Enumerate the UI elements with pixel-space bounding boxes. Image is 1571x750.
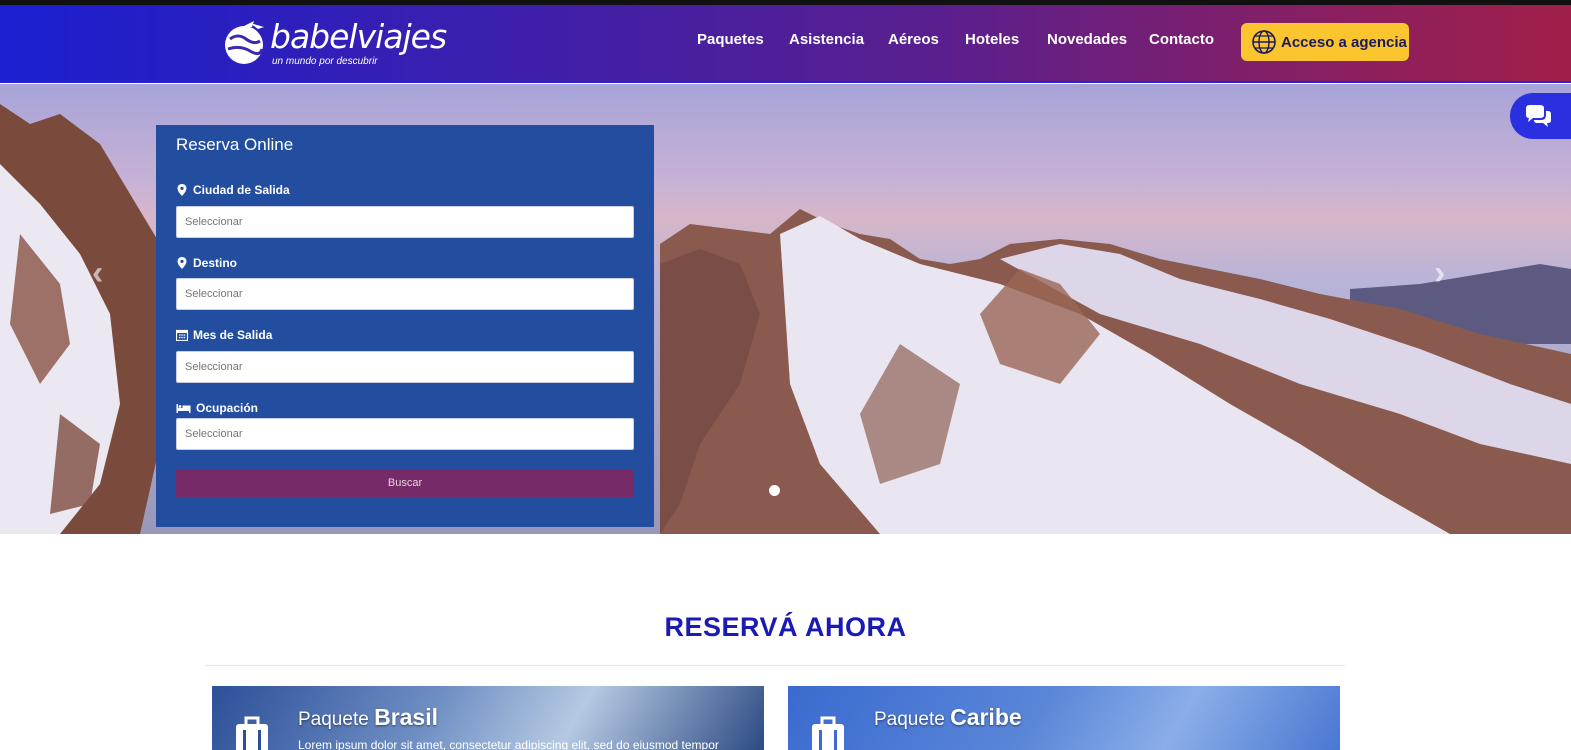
- occupancy-label: Ocupación: [176, 401, 258, 415]
- logo-tagline: un mundo por descubrir: [272, 56, 378, 67]
- carousel-next-button[interactable]: ›: [1434, 254, 1445, 293]
- destination-label: Destino: [176, 256, 237, 270]
- map-marker-icon: [177, 257, 187, 269]
- package-card-caribe[interactable]: Paquete Caribe: [788, 686, 1340, 750]
- card-title: Paquete Caribe: [874, 704, 1022, 731]
- chat-button[interactable]: [1510, 93, 1571, 139]
- nav-paquetes[interactable]: Paquetes: [697, 31, 764, 48]
- nav-hoteles[interactable]: Hoteles: [965, 31, 1019, 48]
- card-description: Lorem ipsum dolor sit amet, consectetur …: [298, 738, 719, 750]
- card-prefix: Paquete: [298, 709, 369, 730]
- search-button[interactable]: Buscar: [176, 470, 634, 497]
- departure-city-label-text: Ciudad de Salida: [193, 183, 290, 197]
- card-destination: Brasil: [374, 704, 439, 730]
- nav-asistencia[interactable]: Asistencia: [789, 31, 864, 48]
- departure-city-input[interactable]: [176, 206, 634, 238]
- site-header: babelviajes un mundo por descubrir Paque…: [0, 5, 1571, 83]
- booking-title: Reserva Online: [176, 135, 294, 154]
- nav-aereos[interactable]: Aéreos: [888, 31, 939, 48]
- destination-label-text: Destino: [193, 256, 238, 270]
- package-card-brasil[interactable]: Paquete Brasil Lorem ipsum dolor sit ame…: [212, 686, 764, 750]
- carousel-indicator[interactable]: [769, 485, 780, 496]
- occupancy-label-text: Ocupación: [196, 401, 259, 415]
- departure-month-input[interactable]: [176, 351, 634, 383]
- chat-bubbles-icon: [1526, 105, 1551, 127]
- section-title: RESERVÁ AHORA: [664, 612, 907, 642]
- departure-month-label-text: Mes de Salida: [193, 328, 273, 342]
- nav-contacto[interactable]: Contacto: [1149, 31, 1214, 48]
- departure-month-label: Mes de Salida: [176, 328, 272, 342]
- nav-novedades[interactable]: Novedades: [1047, 31, 1127, 48]
- map-marker-icon: [177, 184, 187, 196]
- agency-access-label: Acceso a agencia: [1281, 33, 1407, 51]
- globe-icon: [1252, 30, 1276, 54]
- section-divider: [205, 665, 1345, 666]
- agency-access-button[interactable]: Acceso a agencia: [1241, 23, 1409, 61]
- carousel-prev-button[interactable]: ‹: [92, 254, 103, 293]
- calendar-icon: [176, 329, 188, 341]
- card-destination: Caribe: [950, 704, 1022, 730]
- card-prefix: Paquete: [874, 709, 945, 730]
- card-title: Paquete Brasil: [298, 704, 438, 731]
- departure-city-label: Ciudad de Salida: [176, 183, 290, 197]
- booking-form: Reserva Online Ciudad de Salida Destino …: [156, 125, 654, 527]
- bed-icon: [176, 404, 191, 413]
- suitcase-icon: [812, 716, 844, 750]
- occupancy-input[interactable]: [176, 418, 634, 450]
- suitcase-icon: [236, 716, 268, 750]
- destination-input[interactable]: [176, 278, 634, 310]
